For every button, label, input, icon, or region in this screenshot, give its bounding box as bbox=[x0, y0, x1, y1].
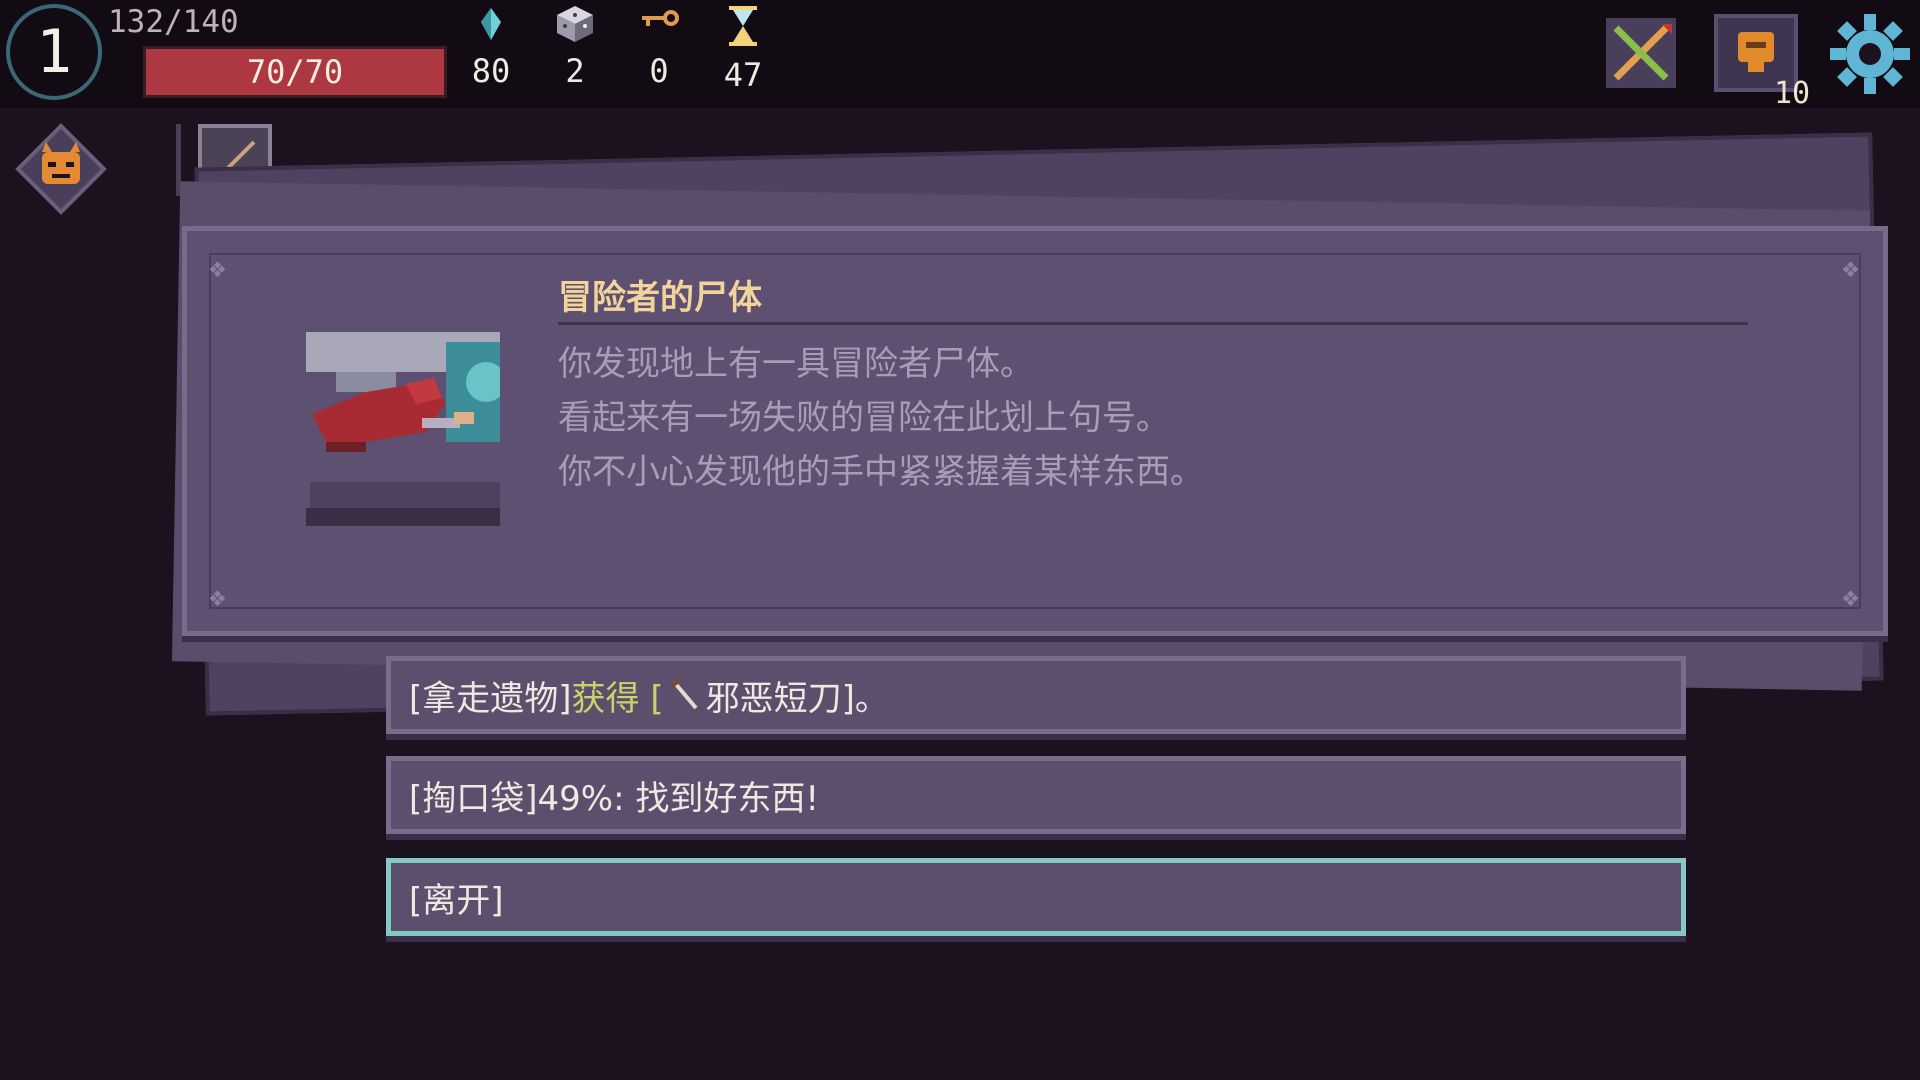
dagger-icon bbox=[670, 678, 698, 710]
crystal-icon bbox=[481, 8, 501, 40]
event-description-line: 你发现地上有一具冒险者尸体。 bbox=[558, 344, 1034, 384]
crossed-weapons-icon bbox=[1606, 18, 1676, 88]
dice-count: 2 bbox=[565, 52, 585, 90]
inventory-count: 10 bbox=[1774, 76, 1811, 111]
adventurer-corpse-image bbox=[306, 332, 500, 526]
demon-mask-icon bbox=[15, 123, 107, 215]
mask-slot[interactable] bbox=[14, 122, 108, 220]
hourglass-icon bbox=[729, 6, 757, 46]
choice-reward-text: 获得 [ bbox=[571, 678, 664, 719]
level-number: 1 bbox=[35, 17, 73, 87]
event-title: 冒险者的尸体 bbox=[558, 278, 762, 318]
crystal-count: 80 bbox=[471, 52, 511, 90]
resource-dice: 2 bbox=[530, 4, 620, 90]
choice-search-pockets[interactable]: [掏口袋] 49%: 找到好东西! bbox=[386, 756, 1686, 834]
corner-ornament: ❖ bbox=[1842, 251, 1859, 284]
level-indicator: 1 bbox=[6, 4, 102, 100]
weapons-button[interactable] bbox=[1602, 14, 1680, 96]
settings-button[interactable] bbox=[1830, 14, 1910, 98]
resource-key: 0 bbox=[614, 4, 704, 90]
dice-icon bbox=[557, 6, 593, 42]
corner-ornament: ❖ bbox=[209, 580, 226, 613]
resource-hourglass: 47 bbox=[698, 4, 788, 94]
key-icon bbox=[642, 10, 679, 26]
title-divider bbox=[558, 322, 1748, 325]
corner-ornament: ❖ bbox=[1842, 580, 1859, 613]
hourglass-count: 47 bbox=[723, 56, 763, 94]
choice-item-name: 邪恶短刀]。 bbox=[705, 678, 889, 719]
choice-take-relic[interactable]: [拿走遗物] 获得 [ 邪恶短刀]。 bbox=[386, 656, 1686, 734]
choice-label: [拿走遗物] bbox=[409, 678, 572, 719]
gear-icon bbox=[1830, 14, 1910, 94]
choice-leave[interactable]: [离开] bbox=[386, 858, 1686, 936]
event-description-line: 看起来有一场失败的冒险在此划上句号。 bbox=[558, 398, 1170, 438]
corner-ornament: ❖ bbox=[209, 251, 226, 284]
key-count: 0 bbox=[649, 52, 669, 90]
choice-label: [掏口袋] bbox=[409, 778, 538, 819]
choice-chance-text: 49%: 找到好东西! bbox=[537, 778, 819, 819]
top-bar: 1 132/140 70/70 80 2 0 47 10 bbox=[0, 0, 1920, 111]
xp-counter: 132/140 bbox=[108, 4, 239, 40]
event-description-line: 你不小心发现他的手中紧紧握着某样东西。 bbox=[558, 452, 1204, 492]
hp-text: 70/70 bbox=[246, 53, 344, 91]
resource-crystal: 80 bbox=[446, 4, 536, 90]
hp-bar: 70/70 bbox=[143, 46, 447, 98]
choice-label: [离开] bbox=[409, 880, 504, 921]
